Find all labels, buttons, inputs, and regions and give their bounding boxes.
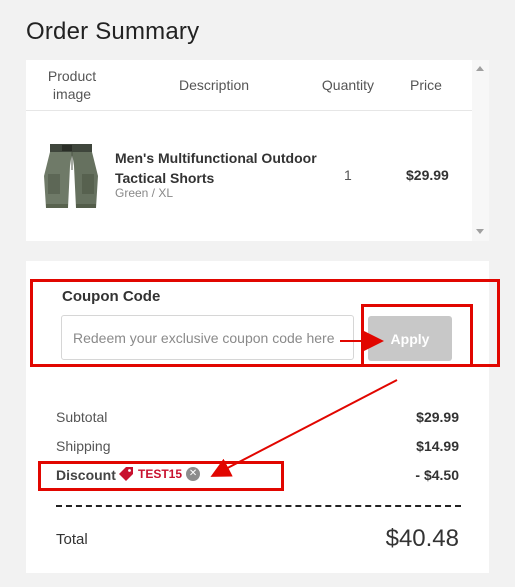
column-header-product-image: Product image bbox=[47, 68, 97, 102]
shipping-label: Shipping bbox=[56, 438, 111, 454]
subtotal-value: $29.99 bbox=[416, 409, 459, 425]
subtotal-label: Subtotal bbox=[56, 409, 108, 425]
apply-annotation-box bbox=[361, 304, 473, 367]
discount-value: - $4.50 bbox=[415, 467, 459, 483]
product-quantity: 1 bbox=[344, 167, 352, 183]
shipping-value: $14.99 bbox=[416, 438, 459, 454]
total-label: Total bbox=[56, 531, 88, 548]
order-summary-page: Order Summary Product image Description … bbox=[0, 0, 515, 587]
scroll-up-icon[interactable] bbox=[476, 66, 484, 71]
column-header-price: Price bbox=[410, 77, 442, 93]
product-name: Men's Multifunctional Outdoor Tactical S… bbox=[115, 150, 317, 186]
column-header-quantity: Quantity bbox=[321, 77, 375, 93]
product-price: $29.99 bbox=[406, 167, 449, 183]
total-value: $40.48 bbox=[385, 525, 459, 552]
column-header-description: Description bbox=[178, 77, 250, 93]
discount-annotation-box bbox=[38, 461, 284, 491]
cart-table: Product image Description Quantity Price bbox=[26, 60, 489, 241]
scroll-down-icon[interactable] bbox=[476, 229, 484, 234]
cart-table-header: Product image Description Quantity Price bbox=[26, 60, 472, 111]
page-title: Order Summary bbox=[26, 18, 200, 45]
product-thumbnail bbox=[32, 136, 110, 215]
cart-scrollbar[interactable] bbox=[472, 60, 489, 241]
totals-divider bbox=[56, 505, 461, 507]
shorts-image bbox=[32, 136, 110, 215]
product-variant: Green / XL bbox=[115, 186, 174, 200]
